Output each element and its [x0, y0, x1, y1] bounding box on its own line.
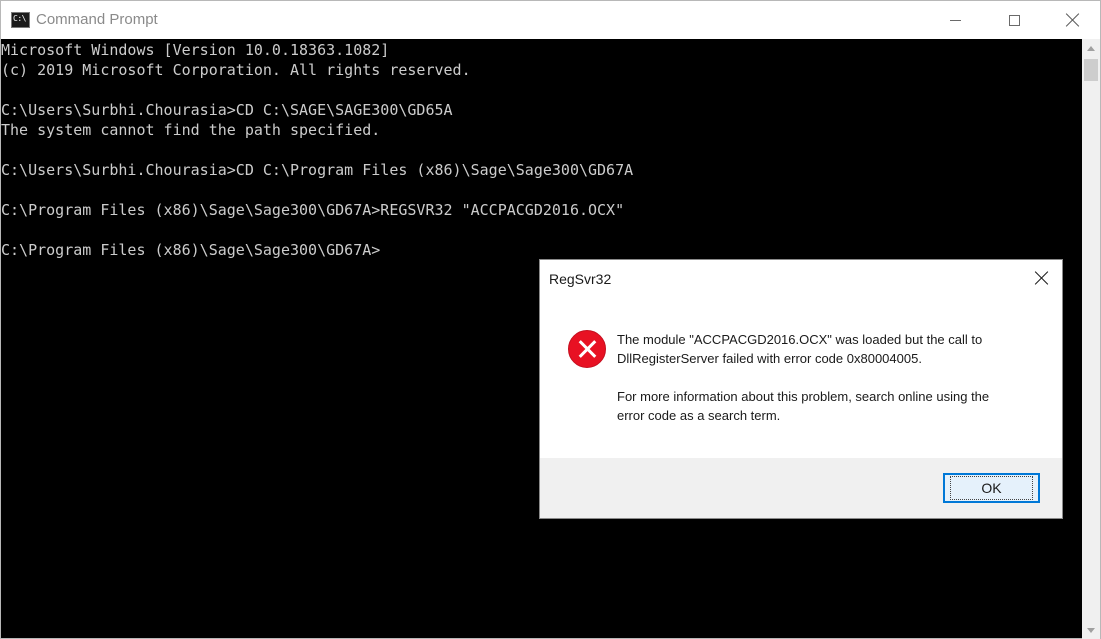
scroll-down-button[interactable]	[1082, 621, 1100, 639]
dialog-footer: OK	[540, 458, 1062, 518]
maximize-icon	[1008, 14, 1020, 26]
arrow-up-icon	[1087, 45, 1095, 51]
close-icon	[1066, 13, 1080, 27]
dialog-message: The module "ACCPACGD2016.OCX" was loaded…	[617, 330, 1037, 425]
scroll-thumb[interactable]	[1084, 59, 1098, 81]
console-line: The system cannot find the path specifie…	[1, 121, 381, 139]
title-bar[interactable]: C:\ Command Prompt	[1, 1, 1100, 39]
vertical-scrollbar[interactable]	[1082, 39, 1100, 639]
ok-button[interactable]: OK	[943, 473, 1040, 503]
console-line: C:\Users\Surbhi.Chourasia>CD C:\Program …	[1, 161, 634, 179]
app-icon-glyph: C:\	[13, 14, 26, 23]
close-window-button[interactable]	[1044, 1, 1101, 39]
minimize-button[interactable]	[926, 1, 984, 39]
minimize-icon	[949, 19, 961, 21]
console-line: (c) 2019 Microsoft Corporation. All righ…	[1, 61, 471, 79]
console-prompt-line: C:\Program Files (x86)\Sage\Sage300\GD67…	[1, 241, 381, 259]
scroll-up-button[interactable]	[1082, 39, 1100, 57]
dialog-close-button[interactable]	[1022, 262, 1062, 294]
window-title: Command Prompt	[36, 11, 158, 28]
arrow-down-icon	[1087, 627, 1095, 633]
message-line: For more information about this problem,…	[617, 389, 990, 404]
console-line: C:\Program Files (x86)\Sage\Sage300\GD67…	[1, 201, 625, 219]
error-icon	[568, 330, 606, 368]
console-line: C:\Users\Surbhi.Chourasia>CD C:\SAGE\SAG…	[1, 101, 453, 119]
dialog-title: RegSvr32	[549, 271, 612, 287]
maximize-button[interactable]	[985, 1, 1043, 39]
regsvr32-error-dialog: RegSvr32 The module "ACCPACGD2016.OCX" w…	[539, 259, 1063, 519]
message-line: error code as a search term.	[617, 408, 781, 423]
console-app-icon[interactable]: C:\	[11, 12, 30, 28]
message-line: DllRegisterServer failed with error code…	[617, 351, 922, 366]
console-line: Microsoft Windows [Version 10.0.18363.10…	[1, 41, 390, 59]
ok-button-label: OK	[950, 476, 1033, 500]
message-line: The module "ACCPACGD2016.OCX" was loaded…	[617, 332, 983, 347]
close-icon	[1035, 271, 1049, 285]
